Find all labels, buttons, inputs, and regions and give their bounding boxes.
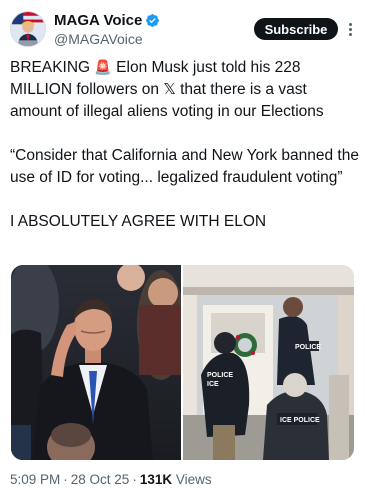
man-saluting-photo[interactable]	[11, 265, 181, 460]
post-date[interactable]: 28 Oct 25	[71, 472, 130, 487]
author-display-name[interactable]: MAGA Voice	[54, 12, 142, 29]
post-paragraph-closing: I ABSOLUTELY AGREE WITH ELON	[10, 213, 267, 230]
post-header: MAGA Voice @MAGAVoice Subscribe	[0, 0, 365, 56]
more-options-icon[interactable]	[342, 19, 358, 39]
views-count[interactable]: 131K	[140, 472, 172, 487]
vest-label-police-top: POLICE	[295, 344, 321, 351]
siren-icon: 🚨	[94, 59, 112, 75]
author-handle[interactable]: @MAGAVoice	[54, 31, 143, 47]
vest-label-police-left: POLICE	[207, 372, 233, 379]
post-breaking-prefix: BREAKING	[10, 59, 95, 76]
post-text: BREAKING 🚨 Elon Musk just told his 228 M…	[10, 56, 360, 233]
meta-separator: ·	[63, 472, 68, 487]
post-time[interactable]: 5:09 PM	[10, 472, 60, 487]
vest-label-ice-police: ICE POLICE	[280, 417, 320, 424]
ice-agents-image: POLICE POLICE ICE ICE POLICE	[183, 265, 354, 460]
post-meta: 5:09 PM · 28 Oct 25 · 131K Views	[10, 472, 212, 487]
author-avatar[interactable]	[10, 11, 46, 47]
vest-label-ice-left: ICE	[207, 381, 219, 388]
post-paragraph-breaking: BREAKING 🚨 Elon Musk just told his 228 M…	[10, 56, 360, 123]
verified-badge-icon	[146, 14, 160, 27]
subscribe-button[interactable]: Subscribe	[254, 18, 338, 40]
views-label: Views	[175, 472, 212, 487]
man-saluting-image	[11, 265, 181, 460]
meta-separator: ·	[132, 472, 137, 487]
post-media-grid: POLICE POLICE ICE ICE POLICE	[11, 265, 354, 460]
ice-agents-at-door-photo[interactable]: POLICE POLICE ICE ICE POLICE	[183, 265, 354, 460]
author-name-row: MAGA Voice	[54, 12, 160, 29]
flag-portrait-avatar-icon	[11, 12, 45, 46]
post-paragraph-quote: “Consider that California and New York b…	[10, 147, 359, 186]
